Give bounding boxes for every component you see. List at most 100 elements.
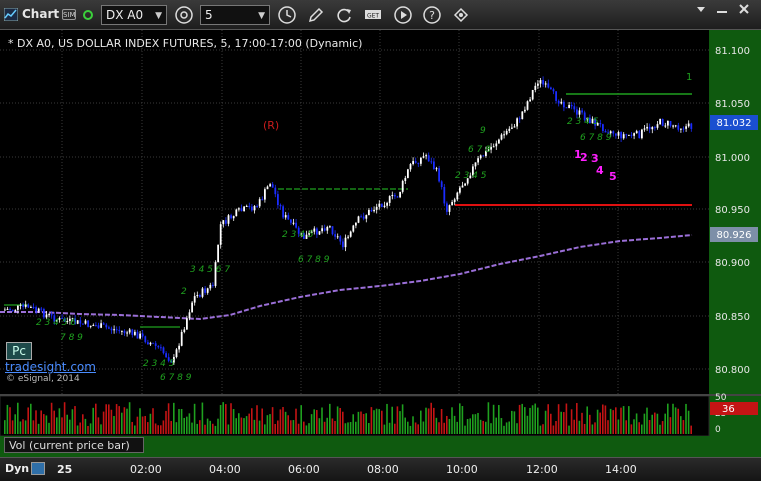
interval-input[interactable]: 5 ▼ (200, 5, 270, 25)
candle-body (37, 308, 40, 312)
volume-bar (495, 417, 497, 434)
volume-bar (552, 425, 555, 434)
refresh-icon[interactable] (334, 5, 354, 25)
gear-icon[interactable] (174, 5, 194, 25)
candle-body (651, 127, 654, 130)
link-status-icon[interactable] (83, 10, 93, 20)
volume-bar (518, 404, 521, 434)
volume-bar (282, 407, 284, 434)
cursor-tool-icon[interactable] (451, 5, 471, 25)
candle-body (409, 164, 412, 170)
volume-bar (134, 425, 136, 434)
candle-body (412, 161, 414, 165)
volume-bar (313, 409, 315, 434)
volume-bar (165, 410, 167, 434)
volume-bar (589, 414, 591, 434)
volume-bar (492, 404, 495, 434)
brand-link[interactable]: tradesight.com (5, 360, 96, 374)
volume-bar (305, 425, 308, 434)
candle-body (248, 205, 251, 207)
candle-body (537, 83, 539, 86)
volume-bar (204, 424, 206, 434)
candle-body (677, 125, 680, 130)
clock-icon[interactable] (277, 5, 297, 25)
volume-bar (633, 419, 635, 434)
candle-body (391, 194, 394, 197)
candle-body (539, 80, 542, 84)
candle-body (269, 184, 271, 187)
chevron-down-icon[interactable]: ▼ (155, 9, 162, 23)
candle-body (222, 220, 225, 225)
chevron-down-icon[interactable]: ▼ (258, 9, 265, 23)
candle-body (568, 105, 570, 108)
window-menu-icon[interactable] (692, 2, 710, 16)
dyn-mode-label[interactable]: Dyn (5, 462, 29, 475)
volume-bar (550, 413, 552, 434)
volume-bar (620, 407, 622, 434)
candle-body (339, 236, 342, 242)
volume-bar (638, 422, 640, 434)
candle-body (136, 331, 139, 339)
candle-body (511, 127, 513, 129)
minimize-icon[interactable] (713, 2, 731, 16)
candle-body (4, 309, 6, 311)
volume-bar (100, 424, 102, 434)
volume-bar (661, 421, 664, 434)
symbol-input[interactable]: DX A0 ▼ (101, 5, 167, 25)
volume-bar (420, 410, 422, 434)
candle-body (394, 194, 396, 197)
candle-body (570, 105, 573, 107)
price-chart[interactable]: 81.100 81.050 81.000 80.950 80.900 80.850 80.8… (0, 30, 761, 457)
candle-body (386, 202, 388, 206)
volume-bar (326, 417, 328, 434)
candle-body (188, 312, 191, 319)
volume-bar (128, 402, 131, 434)
candle-body (547, 83, 550, 88)
candle-body (602, 124, 604, 131)
candle-body (414, 161, 417, 163)
volume-bar (196, 423, 198, 434)
candle-body (76, 320, 79, 324)
volume-bar (687, 410, 690, 434)
candle-body (160, 347, 162, 349)
candle-body (123, 330, 126, 334)
help-icon[interactable]: ? (422, 5, 442, 25)
candle-body (11, 309, 14, 311)
volume-bar (48, 422, 50, 434)
volume-bar (167, 403, 170, 434)
volume-bar (24, 420, 27, 434)
candle-body (175, 349, 178, 358)
pencil-icon[interactable] (306, 5, 326, 25)
candle-body (518, 118, 521, 120)
candle-body (370, 210, 373, 212)
symbol-value: DX A0 (106, 8, 144, 22)
candle-body (121, 330, 123, 332)
volume-bar (95, 403, 97, 434)
pc-button[interactable]: Pc (6, 342, 32, 360)
candle-body (362, 216, 365, 219)
play-icon[interactable] (393, 5, 413, 25)
svg-text:6 7 8 9: 6 7 8 9 (160, 373, 192, 383)
time-tick: 06:00 (288, 463, 320, 476)
volume-bar (186, 416, 188, 434)
candle-body (690, 123, 693, 129)
get-data-icon[interactable]: GET (363, 5, 383, 25)
volume-bar (375, 408, 378, 434)
scale-lock-icon[interactable] (31, 462, 45, 475)
sim-badge[interactable]: SIM (62, 9, 76, 20)
volume-study-label[interactable]: Vol (current price bar) (4, 437, 144, 453)
candle-body (503, 134, 505, 136)
volume-bar (308, 423, 310, 434)
close-icon[interactable] (735, 2, 753, 16)
time-axis-bar: Dyn 25 02:00 04:00 06:00 08:00 10:00 12:… (0, 457, 761, 481)
candle-body (659, 118, 661, 125)
candle-body (43, 309, 45, 318)
candle-body (420, 157, 422, 164)
candle-body (360, 216, 362, 218)
volume-bar (490, 423, 492, 434)
candle-body (40, 308, 43, 310)
time-tick: 10:00 (446, 463, 478, 476)
volume-bar (453, 415, 456, 434)
volume-bar (417, 424, 419, 434)
candle-body (534, 85, 537, 90)
